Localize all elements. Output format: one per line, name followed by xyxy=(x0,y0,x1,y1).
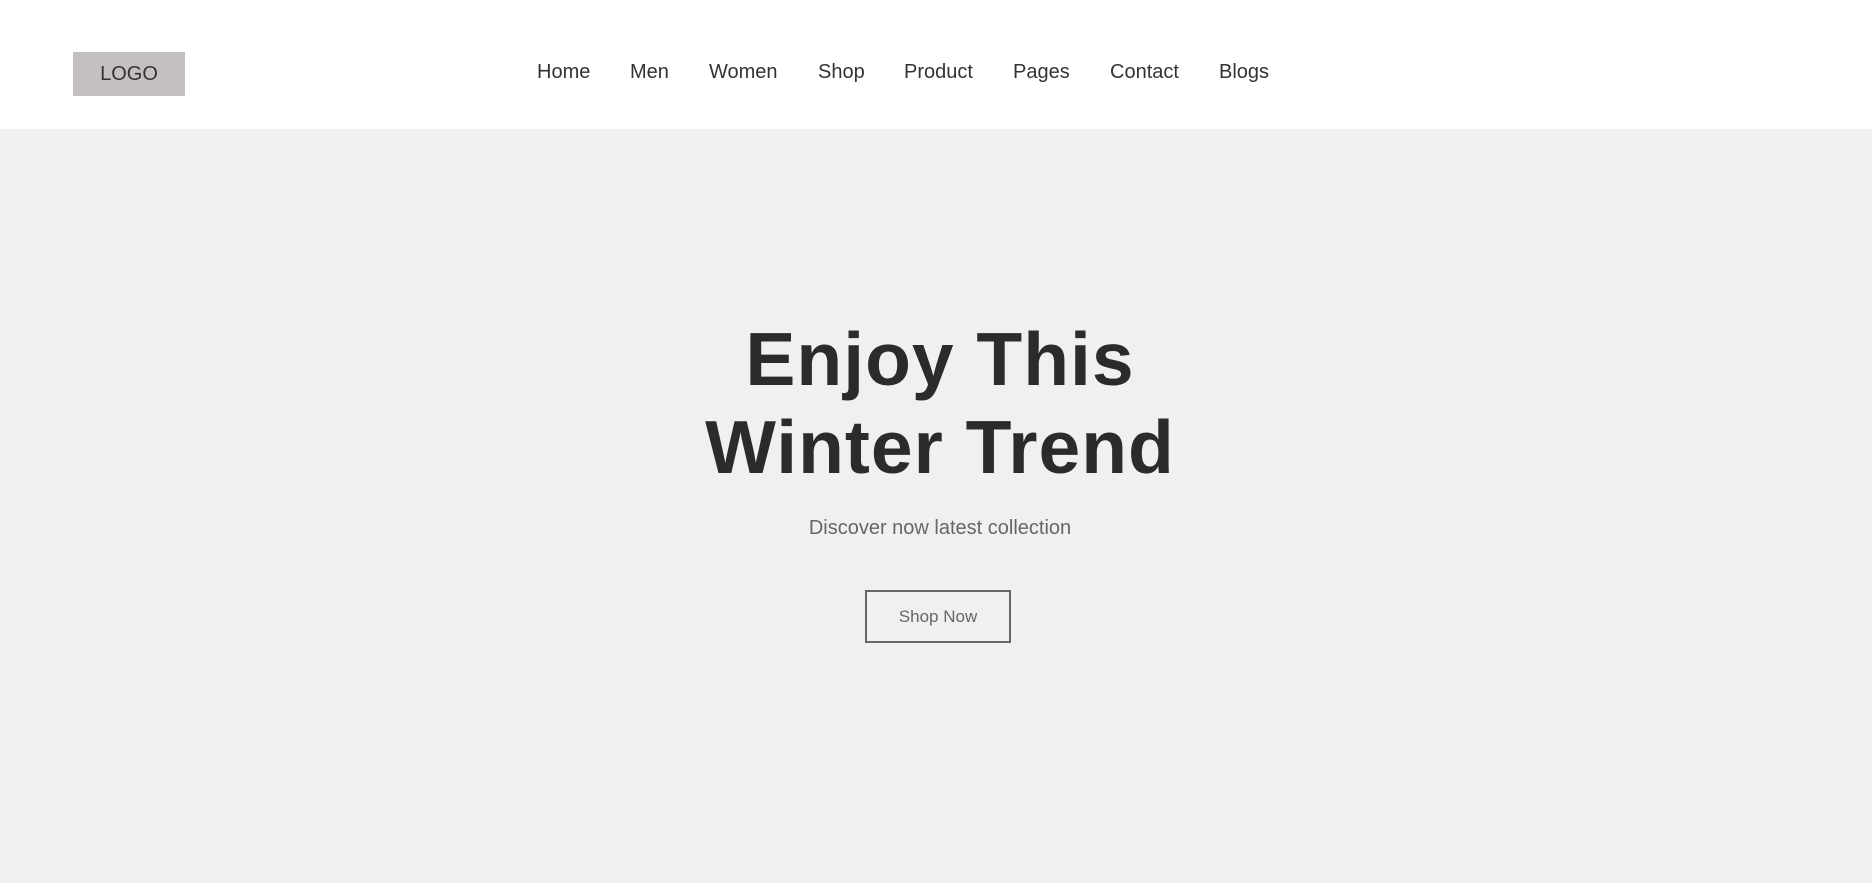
hero-title-line-2: Winter Trend xyxy=(705,405,1175,489)
hero-title-line-1: Enjoy This xyxy=(745,317,1135,401)
hero-section: Enjoy This Winter Trend Discover now lat… xyxy=(0,129,1872,883)
site-header: LOGO Home Men Women Shop Product Pages C… xyxy=(0,0,1872,129)
nav-item-men[interactable]: Men xyxy=(630,58,669,86)
hero-title: Enjoy This Winter Trend xyxy=(0,315,1872,491)
nav-item-home[interactable]: Home xyxy=(537,58,590,86)
nav-item-product[interactable]: Product xyxy=(904,58,973,86)
shop-now-button[interactable]: Shop Now xyxy=(865,590,1011,643)
nav-item-contact[interactable]: Contact xyxy=(1110,58,1179,86)
nav-item-women[interactable]: Women xyxy=(709,58,778,86)
nav-item-shop[interactable]: Shop xyxy=(818,58,865,86)
nav-item-blogs[interactable]: Blogs xyxy=(1219,58,1269,86)
main-nav: Home Men Women Shop Product Pages Contac… xyxy=(0,58,1872,88)
hero-subtitle: Discover now latest collection xyxy=(808,517,1072,539)
nav-item-pages[interactable]: Pages xyxy=(1013,58,1070,86)
